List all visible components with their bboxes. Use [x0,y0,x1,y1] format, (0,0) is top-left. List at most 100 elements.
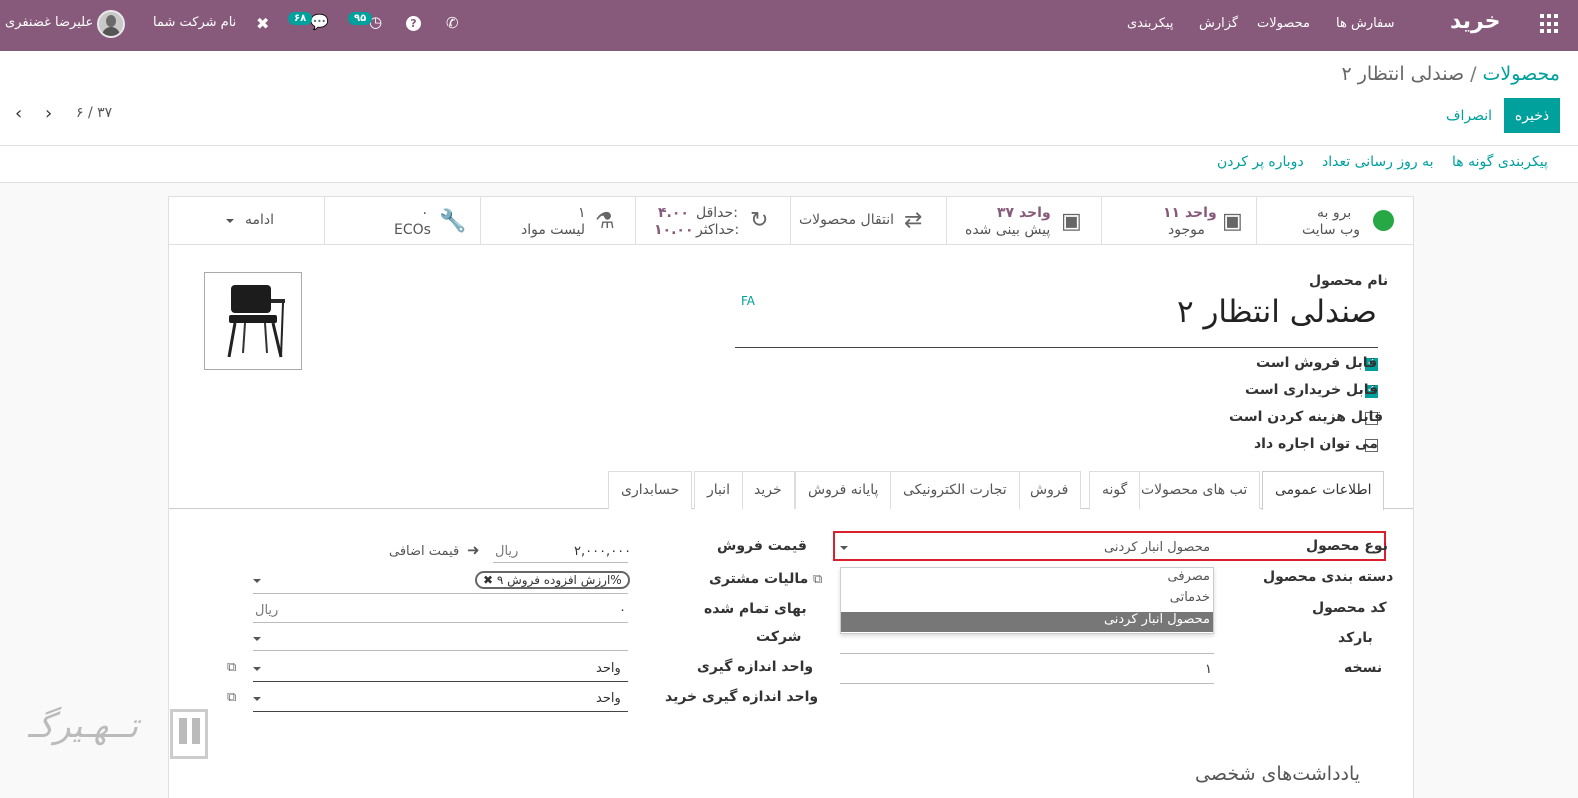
exchange-icon: ⇄ [904,208,923,233]
sale-price-underline [493,562,628,563]
tab-general-info[interactable]: اطلاعات عمومی [1262,471,1385,510]
configure-variants-button[interactable]: پیکربندی گونه ها [1452,154,1548,170]
external-link-icon[interactable]: ⧉ [227,660,236,675]
refresh-icon: ↻ [750,208,769,233]
on-hand-label: موجود [1168,222,1205,238]
max-value: ۱۰.۰۰ [654,222,694,238]
breadcrumb-products[interactable]: محصولات [1483,63,1560,85]
pager-next-icon[interactable]: › [45,103,52,124]
extra-price-button[interactable]: قیمت اضافی [389,544,459,559]
product-name-input[interactable]: صندلی انتظار ۲ [741,294,1377,330]
wrench-icon: 🔧 [439,209,467,234]
cost-input[interactable]: ۰ [619,603,626,618]
dropdown-option-storable[interactable]: محصول انبار کردنی [841,612,1213,632]
caret-down-icon [840,546,848,550]
sale-price-label: قیمت فروش [717,538,807,554]
ecos-smart-button[interactable]: 🔧 ۰ ECOs [324,197,480,244]
company-switcher[interactable]: نام شرکت شما [153,15,236,30]
product-type-select[interactable]: محصول انبار کردنی [1104,540,1210,555]
apps-menu-icon[interactable] [1540,14,1560,34]
tax-tag[interactable]: ✖ ارزش افزوده فروش ۹% [475,571,630,589]
pager-previous-icon[interactable]: ‹ [15,103,22,124]
forecast-label: پیش بینی شده [965,222,1051,238]
app-brand[interactable]: خرید [1450,9,1501,34]
expense-label: قابل هزینه کردن است [1229,409,1384,425]
more-smart-button[interactable]: ادامه [169,197,324,244]
product-type-label: نوع محصول [1306,538,1388,554]
user-menu[interactable]: علیرضا غضنفری [5,15,93,30]
max-label: حداکثر: [696,222,740,238]
message-badge: ۶۸ [288,12,313,25]
name-underline [735,347,1378,348]
on-hand-smart-button[interactable]: ▣ ۱۱ واحد موجود [1101,197,1256,244]
version-input[interactable]: ۱ [1205,662,1212,677]
sale-price-input[interactable]: ۲,۰۰۰,۰۰۰ [574,544,631,559]
chat-icon[interactable]: 💬 [310,13,329,31]
dropdown-option-consumable[interactable]: مصرفی [841,569,1213,589]
tab-accounting[interactable]: حسابداری [608,471,693,509]
forecast-smart-button[interactable]: ▣ ۳۷ واحد پیش بینی شده [946,197,1101,244]
external-link-icon[interactable]: ⧉ [227,690,236,705]
tab-ecommerce[interactable]: تجارت الکترونیکی [890,471,1020,509]
breadcrumb-separator: / [1470,63,1477,85]
menu-orders[interactable]: سفارش ها [1336,16,1395,31]
avatar[interactable] [97,10,125,38]
bom-label: لیست مواد [521,222,586,238]
help-icon[interactable]: ? [406,13,421,31]
category-label: دسته بندی محصول [1263,569,1394,585]
discard-button[interactable]: انصراف [1440,98,1498,133]
website-smart-button[interactable]: برو به وب سایت [1256,197,1413,244]
language-button[interactable]: FA [741,294,755,308]
caret-down-icon [253,697,261,701]
product-image[interactable] [204,272,302,370]
dropdown-option-service[interactable]: خدماتی [841,590,1213,610]
tab-sales[interactable]: فروش [1017,471,1082,509]
tag-remove-icon[interactable]: ✖ [483,573,493,587]
barcode-label: بارکد [1338,630,1373,646]
purchase-uom-input[interactable]: واحد [596,691,621,706]
menu-reporting[interactable]: گزارش [1199,16,1238,31]
reordering-smart-button[interactable]: ↻ حداقل: ۴.۰۰ حداکثر: ۱۰.۰۰ [635,197,790,244]
customer-taxes-label: مالیات مشتری [709,571,809,587]
sale-ok-label: قابل فروش است [1256,355,1378,371]
website-line1: برو به [1317,205,1352,221]
phone-icon[interactable]: ✆ [446,14,459,32]
uom-input[interactable]: واحد [596,661,621,676]
breadcrumb-current: صندلی انتظار ۲ [1341,63,1465,85]
cost-label: بهای تمام شده [704,601,807,617]
company-underline [253,650,628,651]
product-moves-smart-button[interactable]: ⇄ انتقال محصولات [790,197,946,244]
arrow-right-icon[interactable]: ➜ [467,541,480,559]
watermark-logo-icon [170,709,208,759]
menu-configuration[interactable]: پیکربندی [1127,16,1173,31]
tab-purchase[interactable]: خرید [741,471,795,509]
bom-smart-button[interactable]: ⚗ ۱ لیست مواد [480,197,635,244]
product-name-label: نام محصول [1309,273,1389,289]
activity-badge: ۹۵ [348,12,373,25]
sale-price-currency: ریال [495,544,519,559]
flask-icon: ⚗ [595,209,615,234]
forecast-value: ۳۷ واحد [997,205,1051,221]
replenish-button[interactable]: دوباره پر کردن [1217,154,1304,170]
taxes-underline [253,593,628,594]
ecos-value: ۰ [421,205,429,221]
company-label: شرکت [756,629,802,645]
internal-notes-title: یادداشت‌های شخصی [1195,763,1361,785]
uom-underline [253,681,628,682]
external-link-icon[interactable]: ⧉ [813,572,822,587]
save-button[interactable]: ذخیره [1504,98,1560,133]
website-line2: وب سایت [1302,222,1361,238]
version-underline [840,683,1214,684]
tab-variants[interactable]: گونه [1089,471,1141,509]
cubes-icon: ▣ [1222,209,1243,234]
pager-value[interactable]: ۶ / ۳۷ [76,105,112,121]
tab-pos[interactable]: پایانه فروش [795,471,892,509]
uom-label: واحد اندازه گیری [697,659,814,675]
tools-icon[interactable]: ✖ [256,14,269,33]
caret-down-icon [253,579,261,583]
tab-inventory[interactable]: انبار [694,471,744,509]
update-quantity-button[interactable]: به روز رسانی تعداد [1322,154,1433,170]
version-label: نسخه [1344,660,1383,676]
tab-product-tabs[interactable]: تب های محصولات [1128,471,1261,509]
menu-products[interactable]: محصولات [1257,16,1310,31]
